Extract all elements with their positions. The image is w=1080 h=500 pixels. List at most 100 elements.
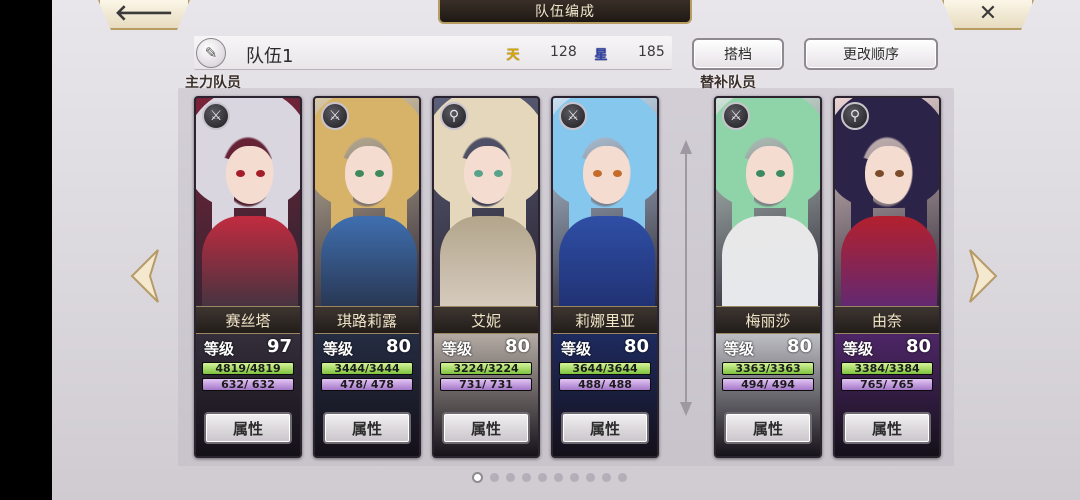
magic-icon: ⚲ [440, 102, 468, 130]
swap-divider [680, 140, 692, 416]
mp-value: 478/ 478 [340, 378, 394, 391]
back-arrow-icon: 🡐 [114, 1, 174, 26]
page-dot[interactable] [522, 472, 531, 482]
mp-bar: 731/ 731 [440, 378, 532, 391]
level-label: 等级 [843, 340, 874, 358]
attribute-button[interactable]: 属性 [561, 412, 649, 444]
member-stats: 等级 80 3444/3444 478/ 478 属性 [315, 334, 419, 456]
member-stats: 等级 80 3644/3644 488/ 488 属性 [553, 334, 657, 456]
hp-value: 3644/3644 [572, 362, 638, 375]
page-dot[interactable] [570, 472, 579, 482]
level-value: 80 [385, 336, 411, 357]
back-button[interactable]: 🡐 [98, 0, 190, 30]
level-label: 等级 [442, 340, 473, 358]
level-value: 80 [905, 336, 931, 357]
page-dot[interactable] [490, 472, 499, 482]
member-name: 艾妮 [434, 306, 538, 334]
hp-value: 3363/3363 [735, 362, 801, 375]
star-stat-icon: 星 [594, 47, 608, 63]
team-name-bar: ✎ 队伍1 天 128 星 185 [194, 36, 672, 70]
hp-bar: 3644/3644 [559, 362, 651, 375]
page-dot[interactable] [586, 472, 595, 482]
member-card[interactable]: ⚔ 琪路莉露 等级 80 3444/3444 478/ 478 属性 [313, 96, 421, 458]
page-dot[interactable] [506, 472, 515, 482]
page-dot[interactable] [554, 472, 563, 482]
member-name: 梅丽莎 [716, 306, 820, 334]
chevron-left-icon [130, 249, 159, 303]
star-stat-value: 185 [638, 44, 665, 60]
member-name: 由奈 [835, 306, 939, 334]
member-name: 赛丝塔 [196, 306, 300, 334]
hp-bar: 4819/4819 [202, 362, 294, 375]
edit-name-button[interactable]: ✎ [196, 38, 226, 68]
hp-value: 3444/3444 [334, 362, 400, 375]
member-stats: 等级 80 3363/3363 494/ 494 属性 [716, 334, 820, 456]
attribute-button[interactable]: 属性 [843, 412, 931, 444]
page-dot[interactable] [602, 472, 611, 482]
mp-bar: 494/ 494 [722, 378, 814, 391]
change-order-button[interactable]: 更改顺序 [804, 38, 938, 70]
close-button[interactable]: ✕ [942, 0, 1034, 30]
heaven-stat-icon: 天 [506, 47, 520, 63]
member-card[interactable]: ⚲ 艾妮 等级 80 3224/3224 731/ 731 属性 [432, 96, 540, 458]
game-screen: 🡐 队伍编成 ✕ ✎ 队伍1 天 128 星 185 搭档 更改顺序 主力队员 … [52, 0, 1080, 500]
member-stats: 等级 97 4819/4819 632/ 632 属性 [196, 334, 300, 456]
member-stats: 等级 80 3224/3224 731/ 731 属性 [434, 334, 538, 456]
mp-value: 765/ 765 [860, 378, 914, 391]
feather-pen-icon: ✎ [204, 44, 218, 62]
mp-value: 731/ 731 [459, 378, 513, 391]
mp-bar: 632/ 632 [202, 378, 294, 391]
sword-icon: ⚔ [202, 102, 230, 130]
sword-icon: ⚔ [321, 102, 349, 130]
close-icon: ✕ [978, 1, 998, 26]
level-label: 等级 [724, 340, 755, 358]
level-label: 等级 [204, 340, 235, 358]
mp-bar: 488/ 488 [559, 378, 651, 391]
magic-icon: ⚲ [841, 102, 869, 130]
level-value: 97 [266, 336, 292, 357]
arrow-up-icon [680, 140, 692, 154]
chevron-right-icon [969, 249, 998, 303]
member-name: 莉娜里亚 [553, 306, 657, 334]
level-label: 等级 [561, 340, 592, 358]
page-dot[interactable] [472, 471, 483, 483]
level-value: 80 [786, 336, 812, 357]
mp-value: 632/ 632 [221, 378, 275, 391]
hp-value: 3224/3224 [453, 362, 519, 375]
hp-bar: 3363/3363 [722, 362, 814, 375]
hp-value: 4819/4819 [215, 362, 281, 375]
attribute-button[interactable]: 属性 [323, 412, 411, 444]
level-value: 80 [623, 336, 649, 357]
page-dot[interactable] [538, 472, 547, 482]
hp-bar: 3224/3224 [440, 362, 532, 375]
attribute-button[interactable]: 属性 [442, 412, 530, 444]
member-card[interactable]: ⚲ 由奈 等级 80 3384/3384 765/ 765 属性 [833, 96, 941, 458]
team-name: 队伍1 [246, 46, 294, 67]
level-label: 等级 [323, 340, 354, 358]
partner-button[interactable]: 搭档 [692, 38, 784, 70]
hp-value: 3384/3384 [854, 362, 920, 375]
hp-bar: 3444/3444 [321, 362, 413, 375]
member-stats: 等级 80 3384/3384 765/ 765 属性 [835, 334, 939, 456]
mp-bar: 765/ 765 [841, 378, 933, 391]
sword-icon: ⚔ [722, 102, 750, 130]
page-title: 队伍编成 [438, 0, 692, 24]
page-dot[interactable] [618, 472, 627, 482]
sword-icon: ⚔ [559, 102, 587, 130]
member-card[interactable]: ⚔ 莉娜里亚 等级 80 3644/3644 488/ 488 属性 [551, 96, 659, 458]
arrow-down-icon [680, 402, 692, 416]
member-card[interactable]: ⚔ 赛丝塔 等级 97 4819/4819 632/ 632 属性 [194, 96, 302, 458]
mp-value: 488/ 488 [578, 378, 632, 391]
mp-value: 494/ 494 [741, 378, 795, 391]
attribute-button[interactable]: 属性 [724, 412, 812, 444]
level-value: 80 [504, 336, 530, 357]
next-team-button[interactable] [968, 248, 1000, 304]
member-card[interactable]: ⚔ 梅丽莎 等级 80 3363/3363 494/ 494 属性 [714, 96, 822, 458]
hp-bar: 3384/3384 [841, 362, 933, 375]
page-indicator [472, 470, 662, 484]
mp-bar: 478/ 478 [321, 378, 413, 391]
heaven-stat-value: 128 [550, 44, 577, 60]
attribute-button[interactable]: 属性 [204, 412, 292, 444]
member-name: 琪路莉露 [315, 306, 419, 334]
prev-team-button[interactable] [128, 248, 160, 304]
